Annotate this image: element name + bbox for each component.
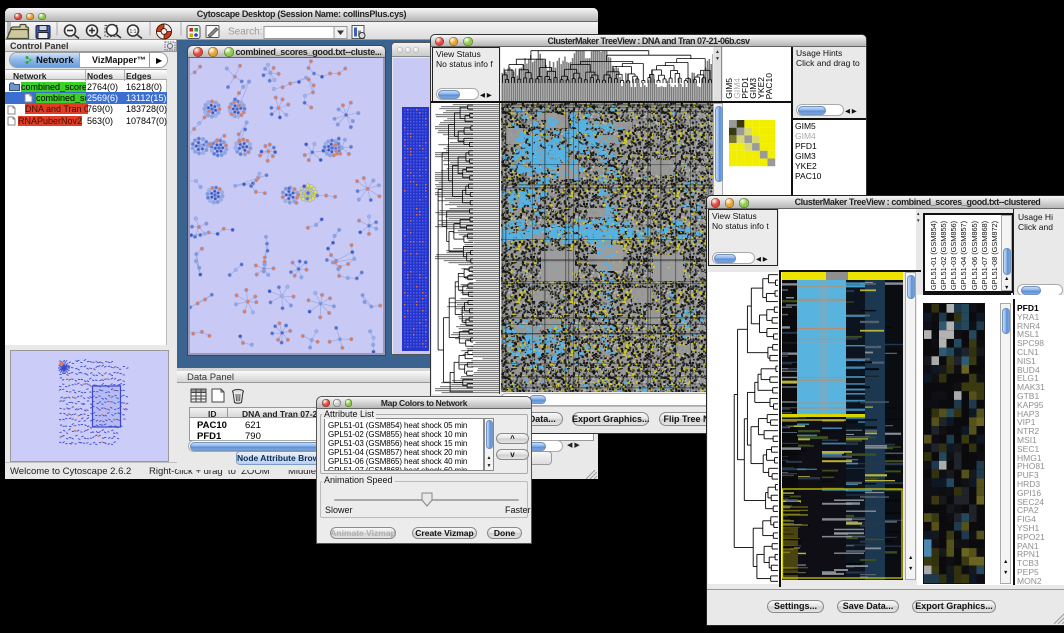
svg-text:Search:: Search: xyxy=(228,27,262,38)
svg-text:1:1: 1:1 xyxy=(130,29,137,35)
